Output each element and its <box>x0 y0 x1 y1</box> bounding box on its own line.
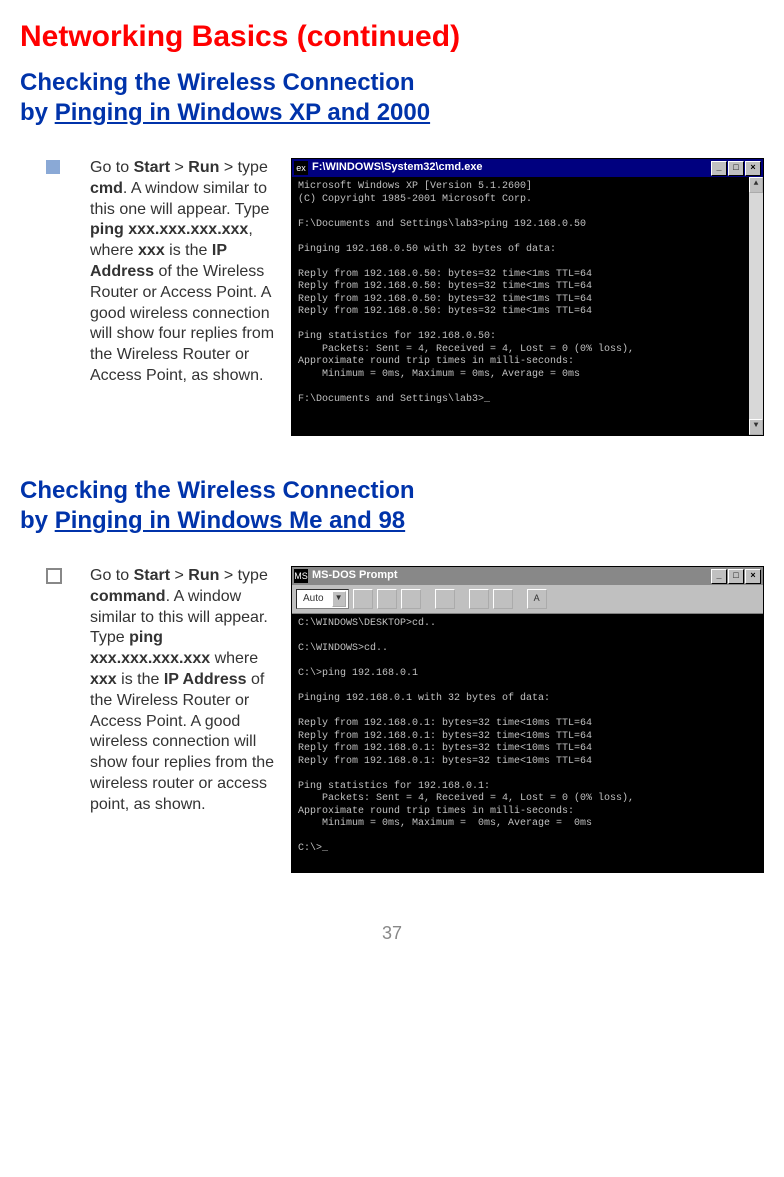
dropdown-value: Auto <box>303 593 324 606</box>
section1-row: Go to Start > Run > type cmd. A window s… <box>20 158 764 436</box>
console-output[interactable]: Microsoft Windows XP [Version 5.1.2600] … <box>292 177 749 435</box>
scroll-track[interactable] <box>749 193 763 419</box>
minimize-button[interactable]: _ <box>711 569 727 584</box>
screenshot-dos-me98: MS MS-DOS Prompt _ □ × Auto ▼ <box>291 566 764 873</box>
bullet-icon <box>46 568 62 584</box>
console-output[interactable]: C:\WINDOWS\DESKTOP>cd.. C:\WINDOWS>cd.. … <box>292 614 763 872</box>
dos-toolbar: Auto ▼ A <box>292 585 763 614</box>
section2-heading: Checking the Wireless Connection by Ping… <box>20 476 764 536</box>
scroll-down-icon[interactable]: ▼ <box>749 419 763 435</box>
page-number: 37 <box>20 923 764 944</box>
bullet-col <box>20 158 90 179</box>
heading-line1: Checking the Wireless Connection <box>20 477 415 504</box>
titlebar: ex F:\WINDOWS\System32\cmd.exe _ □ × <box>292 159 763 177</box>
toolbar-font-button[interactable]: A <box>527 589 547 609</box>
cmd-icon: ex <box>294 161 308 175</box>
window-title: F:\WINDOWS\System32\cmd.exe <box>312 161 710 175</box>
minimize-button[interactable]: _ <box>711 161 727 176</box>
cmd-window: ex F:\WINDOWS\System32\cmd.exe _ □ × Mic… <box>291 158 764 436</box>
toolbar-button[interactable] <box>469 589 489 609</box>
chevron-down-icon[interactable]: ▼ <box>332 591 346 607</box>
bullet-col <box>20 566 90 589</box>
titlebar: MS MS-DOS Prompt _ □ × <box>292 567 763 585</box>
toolbar-button[interactable] <box>377 589 397 609</box>
toolbar-button[interactable] <box>353 589 373 609</box>
bullet-icon <box>46 160 60 174</box>
heading-underline2: Pinging in Windows XP and 2000 <box>55 99 430 126</box>
heading-prefix2: by <box>20 99 55 126</box>
toolbar-button[interactable] <box>493 589 513 609</box>
scrollbar[interactable]: ▲ ▼ <box>749 177 763 435</box>
toolbar-button[interactable] <box>401 589 421 609</box>
msdos-icon: MS <box>294 569 308 583</box>
maximize-button[interactable]: □ <box>728 569 744 584</box>
close-button[interactable]: × <box>745 161 761 176</box>
heading-prefix2: by <box>20 507 55 534</box>
instruction-text: Go to Start > Run > type cmd. A window s… <box>90 158 291 387</box>
heading-underline2: Pinging in Windows Me and 98 <box>55 507 405 534</box>
page-title: Networking Basics (continued) <box>20 20 764 54</box>
maximize-button[interactable]: □ <box>728 161 744 176</box>
font-size-dropdown[interactable]: Auto ▼ <box>296 589 349 609</box>
dos-window: MS MS-DOS Prompt _ □ × Auto ▼ <box>291 566 764 873</box>
window-title: MS-DOS Prompt <box>312 569 710 583</box>
heading-line1: Checking the Wireless Connection <box>20 69 415 96</box>
screenshot-cmd-xp: ex F:\WINDOWS\System32\cmd.exe _ □ × Mic… <box>291 158 764 436</box>
section2-row: Go to Start > Run > type command. A wind… <box>20 566 764 873</box>
section1-heading: Checking the Wireless Connection by Ping… <box>20 68 764 128</box>
instruction-text: Go to Start > Run > type command. A wind… <box>90 566 291 816</box>
scroll-up-icon[interactable]: ▲ <box>749 177 763 193</box>
toolbar-button[interactable] <box>435 589 455 609</box>
close-button[interactable]: × <box>745 569 761 584</box>
